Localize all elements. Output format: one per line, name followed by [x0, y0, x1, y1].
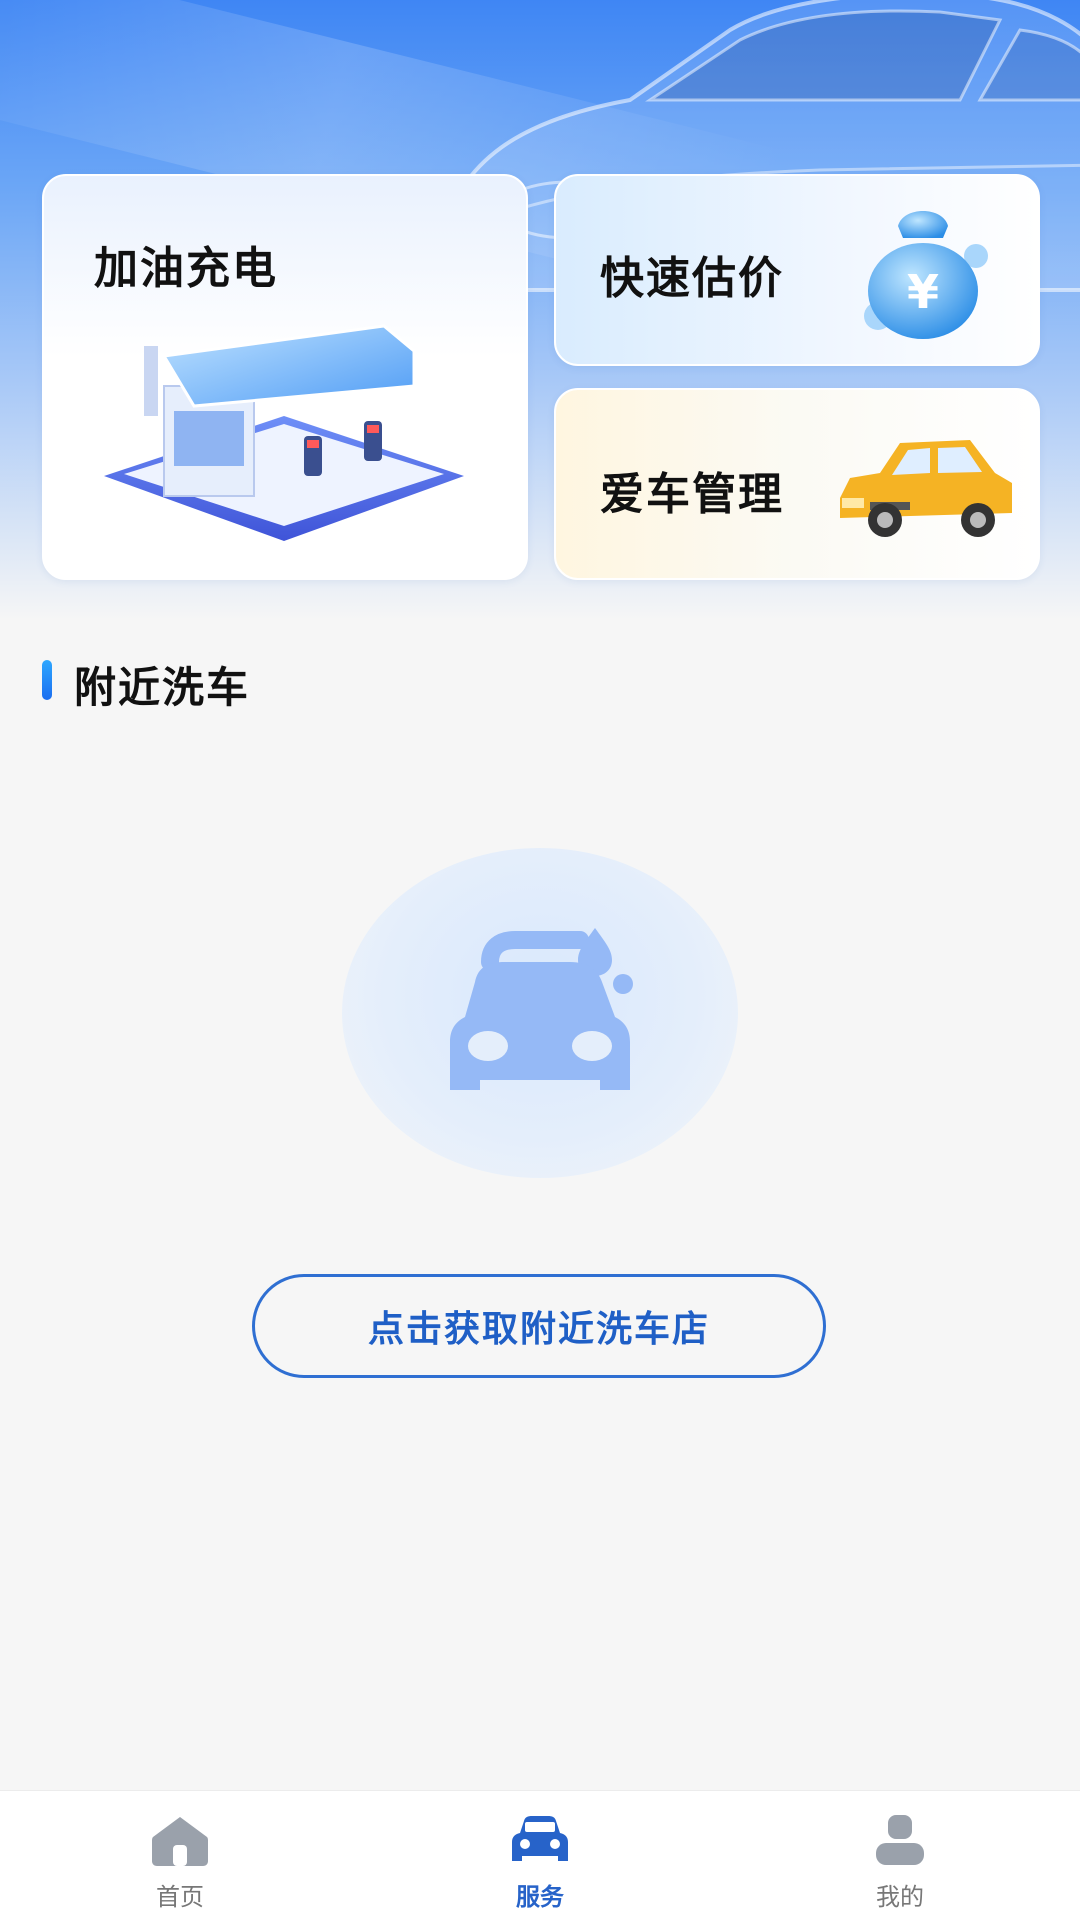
tab-mine-label: 我的 — [876, 1883, 924, 1911]
tab-home[interactable]: 首页 — [80, 1791, 280, 1921]
tab-service-label: 服务 — [516, 1883, 564, 1911]
car-management-title: 爱车管理 — [600, 469, 784, 520]
bottom-tab-bar: 首页 服务 我的 — [0, 1790, 1080, 1921]
car-wash-icon — [450, 928, 633, 1090]
gas-station-illustration — [104, 324, 464, 541]
fuel-charge-card[interactable]: 加油充电 — [42, 174, 528, 580]
home-icon — [152, 1817, 208, 1866]
fuel-charge-title: 加油充电 — [94, 243, 278, 294]
tab-mine[interactable]: 我的 — [800, 1791, 1000, 1921]
yellow-car-icon — [840, 440, 1012, 537]
car-icon — [512, 1816, 568, 1861]
money-bag-icon: ¥ — [864, 211, 988, 339]
svg-text:¥: ¥ — [907, 265, 939, 319]
tab-home-label: 首页 — [156, 1883, 204, 1911]
find-nearby-wash-button[interactable]: 点击获取附近洗车店 — [252, 1274, 826, 1378]
section-title: 附近洗车 — [74, 663, 251, 712]
user-icon — [876, 1815, 924, 1865]
section-accent-bar — [42, 660, 52, 700]
car-management-card[interactable]: 爱车管理 — [554, 388, 1040, 580]
quick-valuation-card[interactable]: 快速估价 ¥ — [554, 174, 1040, 366]
quick-valuation-title: 快速估价 — [600, 253, 784, 304]
tab-service[interactable]: 服务 — [440, 1791, 640, 1921]
